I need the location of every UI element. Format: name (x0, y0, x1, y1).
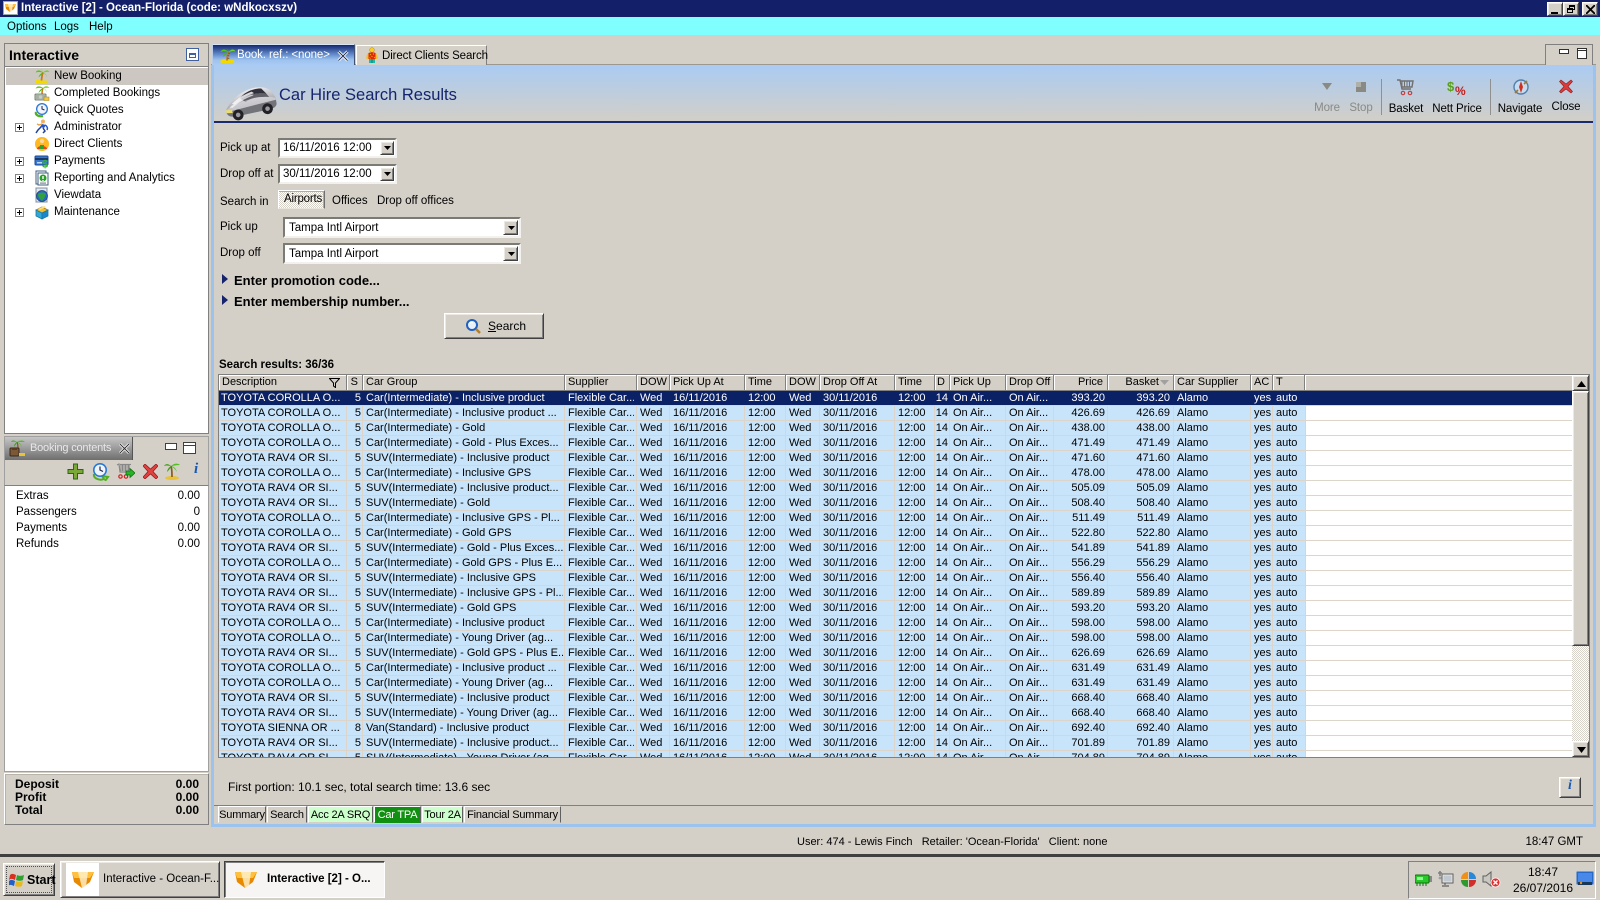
svg-text:%: % (1455, 84, 1466, 96)
svg-text:$: $ (42, 159, 48, 170)
svg-text:$: $ (1447, 79, 1455, 94)
